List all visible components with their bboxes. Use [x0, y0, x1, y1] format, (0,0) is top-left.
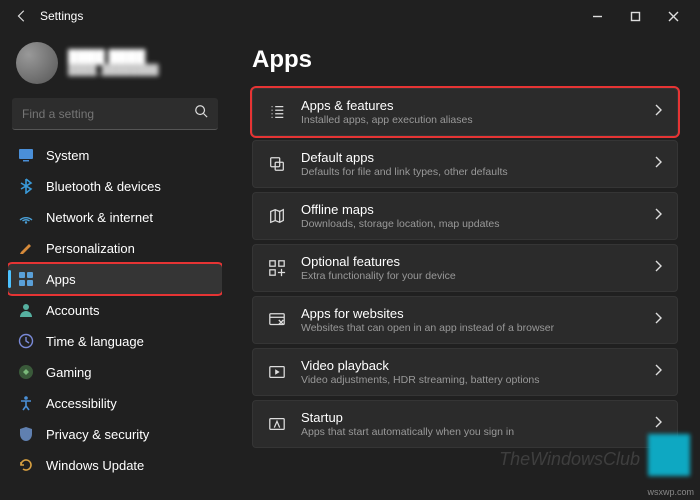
chevron-right-icon [653, 103, 663, 121]
sidebar-item-label: Personalization [46, 241, 135, 256]
chevron-right-icon [653, 415, 663, 433]
sidebar-item-label: Time & language [46, 334, 144, 349]
profile-block[interactable]: ████ ████ ████_████████ [8, 36, 222, 96]
chevron-right-icon [653, 155, 663, 173]
sidebar-item-label: Apps [46, 272, 76, 287]
network-icon [18, 209, 34, 225]
sidebar-item-apps[interactable]: Apps [8, 264, 222, 294]
card-subtitle: Video adjustments, HDR streaming, batter… [301, 374, 639, 386]
card-subtitle: Websites that can open in an app instead… [301, 322, 639, 334]
card-title: Offline maps [301, 202, 639, 217]
minimize-button[interactable] [578, 2, 616, 30]
card-apps-websites[interactable]: Apps for websites Websites that can open… [252, 296, 678, 344]
sidebar-item-bluetooth[interactable]: Bluetooth & devices [8, 171, 222, 201]
bluetooth-icon [18, 178, 34, 194]
avatar [16, 42, 58, 84]
chevron-right-icon [653, 207, 663, 225]
search-icon [194, 104, 208, 123]
close-button[interactable] [654, 2, 692, 30]
sidebar-item-time[interactable]: Time & language [8, 326, 222, 356]
card-apps-features[interactable]: Apps & features Installed apps, app exec… [252, 88, 678, 136]
sidebar-item-label: System [46, 148, 89, 163]
search-box[interactable] [12, 98, 218, 130]
sidebar: ████ ████ ████_████████ System Bluetooth… [0, 32, 230, 500]
time-icon [18, 333, 34, 349]
titlebar: Settings [0, 0, 700, 32]
sidebar-item-personalization[interactable]: Personalization [8, 233, 222, 263]
sidebar-item-label: Accessibility [46, 396, 117, 411]
chevron-right-icon [653, 363, 663, 381]
profile-email: ████_████████ [68, 65, 159, 77]
apps-icon [18, 271, 34, 287]
nav-list: System Bluetooth & devices Network & int… [8, 140, 222, 480]
card-subtitle: Downloads, storage location, map updates [301, 218, 639, 230]
card-offline-maps[interactable]: Offline maps Downloads, storage location… [252, 192, 678, 240]
gaming-icon [18, 364, 34, 380]
update-icon [18, 457, 34, 473]
card-title: Optional features [301, 254, 639, 269]
list-icon [267, 102, 287, 122]
personalization-icon [18, 240, 34, 256]
video-icon [267, 362, 287, 382]
privacy-icon [18, 426, 34, 442]
sidebar-item-accessibility[interactable]: Accessibility [8, 388, 222, 418]
default-apps-icon [267, 154, 287, 174]
sidebar-item-network[interactable]: Network & internet [8, 202, 222, 232]
sidebar-item-label: Bluetooth & devices [46, 179, 161, 194]
sidebar-item-update[interactable]: Windows Update [8, 450, 222, 480]
card-subtitle: Installed apps, app execution aliases [301, 114, 639, 126]
search-input[interactable] [22, 107, 194, 121]
accounts-icon [18, 302, 34, 318]
page-title: Apps [252, 46, 678, 74]
sidebar-item-label: Gaming [46, 365, 92, 380]
card-title: Apps for websites [301, 306, 639, 321]
card-subtitle: Defaults for file and link types, other … [301, 166, 639, 178]
sidebar-item-gaming[interactable]: Gaming [8, 357, 222, 387]
websites-icon [267, 310, 287, 330]
card-title: Video playback [301, 358, 639, 373]
card-video-playback[interactable]: Video playback Video adjustments, HDR st… [252, 348, 678, 396]
sidebar-item-accounts[interactable]: Accounts [8, 295, 222, 325]
card-optional-features[interactable]: Optional features Extra functionality fo… [252, 244, 678, 292]
profile-name: ████ ████ [68, 49, 159, 65]
accessibility-icon [18, 395, 34, 411]
card-title: Startup [301, 410, 639, 425]
content-pane: Apps Apps & features Installed apps, app… [230, 32, 700, 500]
card-title: Default apps [301, 150, 639, 165]
chevron-right-icon [653, 259, 663, 277]
sidebar-item-label: Network & internet [46, 210, 153, 225]
startup-icon [267, 414, 287, 434]
card-subtitle: Apps that start automatically when you s… [301, 426, 639, 438]
sidebar-item-label: Privacy & security [46, 427, 149, 442]
attribution: wsxwp.com [647, 487, 694, 497]
sidebar-item-label: Accounts [46, 303, 99, 318]
card-title: Apps & features [301, 98, 639, 113]
window-title: Settings [40, 9, 83, 23]
map-icon [267, 206, 287, 226]
maximize-button[interactable] [616, 2, 654, 30]
grid-plus-icon [267, 258, 287, 278]
chevron-right-icon [653, 311, 663, 329]
card-default-apps[interactable]: Default apps Defaults for file and link … [252, 140, 678, 188]
sidebar-item-label: Windows Update [46, 458, 144, 473]
back-button[interactable] [8, 2, 36, 30]
system-icon [18, 147, 34, 163]
card-startup[interactable]: Startup Apps that start automatically wh… [252, 400, 678, 448]
sidebar-item-privacy[interactable]: Privacy & security [8, 419, 222, 449]
card-subtitle: Extra functionality for your device [301, 270, 639, 282]
sidebar-item-system[interactable]: System [8, 140, 222, 170]
